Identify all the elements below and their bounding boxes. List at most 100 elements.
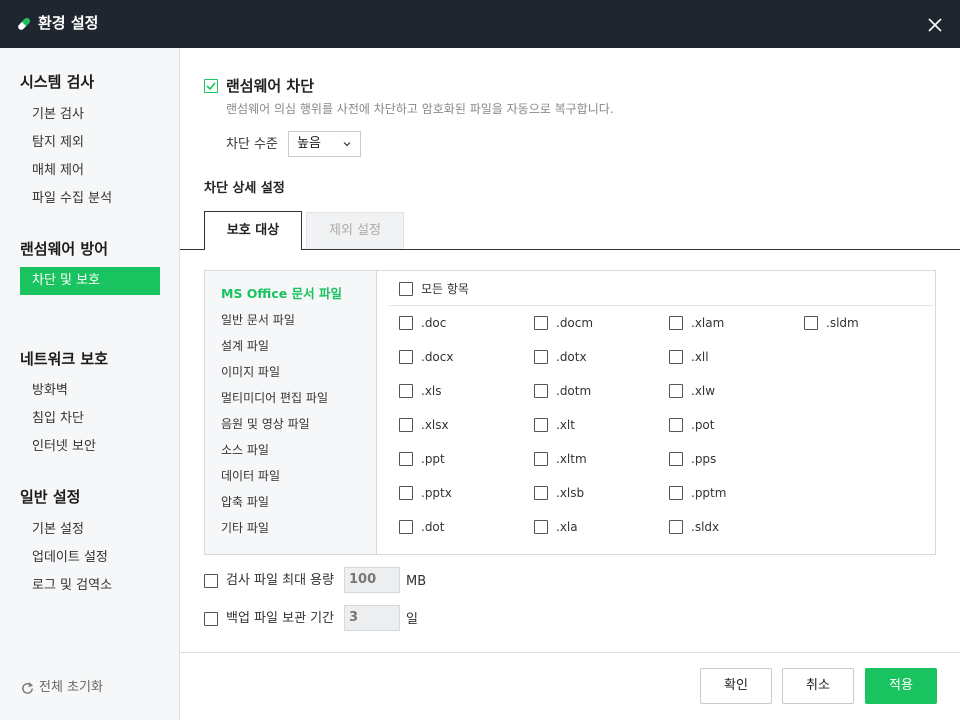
ext-checkbox-xlt[interactable]	[534, 418, 548, 432]
ok-button[interactable]: 확인	[700, 668, 772, 704]
ext-label-xls: .xls	[421, 384, 442, 398]
ext-label-sldx: .sldx	[691, 520, 720, 534]
category-audio-video[interactable]: 음원 및 영상 파일	[221, 416, 310, 432]
ext-checkbox-dot[interactable]	[399, 520, 413, 534]
category-other[interactable]: 기타 파일	[221, 520, 269, 536]
ext-checkbox-xla[interactable]	[534, 520, 548, 534]
category-list: MS Office 문서 파일 일반 문서 파일 설계 파일 이미지 파일 멀티…	[205, 271, 377, 554]
block-level-value: 높음	[297, 136, 321, 151]
ext-checkbox-docm[interactable]	[534, 316, 548, 330]
backup-period-input[interactable]: 3	[344, 605, 400, 631]
title-bar: 환경 설정	[0, 0, 960, 48]
ext-label-pps: .pps	[691, 452, 717, 466]
sidebar-item-firewall[interactable]: 방화벽	[20, 377, 160, 405]
sidebar-group-ransomware: 랜섬웨어 방어	[20, 240, 109, 258]
ext-checkbox-xlw[interactable]	[669, 384, 683, 398]
ext-label-doc: .doc	[421, 316, 447, 330]
ext-label-pptx: .pptx	[421, 486, 452, 500]
category-data[interactable]: 데이터 파일	[221, 468, 280, 484]
ext-label-xll: .xll	[691, 350, 709, 364]
sidebar-item-file-collection[interactable]: 파일 수집 분석	[20, 185, 160, 213]
ext-checkbox-pps[interactable]	[669, 452, 683, 466]
backup-period-unit: 일	[406, 612, 418, 627]
sidebar-item-log-quarantine[interactable]: 로그 및 검역소	[20, 572, 160, 600]
footer-divider	[180, 652, 960, 653]
ext-checkbox-pot[interactable]	[669, 418, 683, 432]
ext-checkbox-xlsb[interactable]	[534, 486, 548, 500]
ext-checkbox-dotm[interactable]	[534, 384, 548, 398]
sidebar-group-network: 네트워크 보호	[20, 350, 109, 368]
ext-checkbox-sldx[interactable]	[669, 520, 683, 534]
category-multimedia-edit[interactable]: 멀티미디어 편집 파일	[221, 390, 328, 406]
ext-label-dotx: .dotx	[556, 350, 587, 364]
sidebar-item-update-settings[interactable]: 업데이트 설정	[20, 544, 160, 572]
ext-label-docm: .docm	[556, 316, 594, 330]
ext-checkbox-ppt[interactable]	[399, 452, 413, 466]
sidebar-item-block-protect[interactable]: 차단 및 보호	[20, 267, 160, 295]
ext-checkbox-xll[interactable]	[669, 350, 683, 364]
apply-button[interactable]: 적용	[865, 668, 937, 704]
sidebar-item-basic-scan[interactable]: 기본 검사	[20, 101, 160, 129]
ext-checkbox-sldm[interactable]	[804, 316, 818, 330]
sidebar-item-basic-settings[interactable]: 기본 설정	[20, 516, 160, 544]
ext-checkbox-pptx[interactable]	[399, 486, 413, 500]
tab-exclusion-settings[interactable]: 제외 설정	[306, 212, 404, 249]
ext-checkbox-docx[interactable]	[399, 350, 413, 364]
ext-checkbox-doc[interactable]	[399, 316, 413, 330]
ext-checkbox-xls[interactable]	[399, 384, 413, 398]
app-logo-icon	[18, 18, 30, 30]
ext-label-xlt: .xlt	[556, 418, 575, 432]
ext-label-sldm: .sldm	[826, 316, 859, 330]
block-level-label: 차단 수준	[226, 137, 278, 152]
ext-label-dot: .dot	[421, 520, 445, 534]
ext-checkbox-xlam[interactable]	[669, 316, 683, 330]
all-items-label: 모든 항목	[421, 282, 469, 296]
sidebar-item-intrusion-block[interactable]: 침입 차단	[20, 405, 160, 433]
chevron-down-icon	[343, 142, 351, 147]
ext-checkbox-xltm[interactable]	[534, 452, 548, 466]
block-level-select[interactable]: 높음	[288, 131, 361, 157]
ext-checkbox-pptm[interactable]	[669, 486, 683, 500]
max-size-input[interactable]: 100	[344, 567, 400, 593]
backup-period-label: 백업 파일 보관 기간	[226, 611, 335, 626]
category-general-docs[interactable]: 일반 문서 파일	[221, 312, 295, 328]
ext-label-xlsx: .xlsx	[421, 418, 449, 432]
sidebar-item-media-control[interactable]: 매체 제어	[20, 157, 160, 185]
ext-label-pot: .pot	[691, 418, 715, 432]
sidebar-item-internet-security[interactable]: 인터넷 보안	[20, 433, 160, 461]
window-title: 환경 설정	[38, 14, 99, 32]
ext-label-pptm: .pptm	[691, 486, 727, 500]
category-image[interactable]: 이미지 파일	[221, 364, 280, 380]
max-size-checkbox[interactable]	[204, 574, 218, 588]
cancel-button[interactable]: 취소	[782, 668, 854, 704]
ext-label-xlw: .xlw	[691, 384, 716, 398]
max-size-label: 검사 파일 최대 용량	[226, 573, 335, 588]
tab-protection-target[interactable]: 보호 대상	[204, 211, 302, 250]
all-items-divider	[389, 305, 933, 306]
ransomware-description: 랜섬웨어 의심 행위를 사전에 차단하고 암호화된 파일을 자동으로 복구합니다…	[226, 102, 614, 116]
file-type-panel: MS Office 문서 파일 일반 문서 파일 설계 파일 이미지 파일 멀티…	[204, 270, 936, 555]
ext-label-xlam: .xlam	[691, 316, 725, 330]
ext-label-xltm: .xltm	[556, 452, 587, 466]
detail-settings-title: 차단 상세 설정	[204, 181, 285, 196]
sidebar-group-system-scan: 시스템 검사	[20, 73, 95, 91]
ext-label-xlsb: .xlsb	[556, 486, 585, 500]
reset-all-button[interactable]: 전체 초기화	[20, 678, 103, 698]
category-design[interactable]: 설계 파일	[221, 338, 269, 354]
ext-label-xla: .xla	[556, 520, 578, 534]
sidebar-item-detection-exclusion[interactable]: 탐지 제외	[20, 129, 160, 157]
ext-checkbox-xlsx[interactable]	[399, 418, 413, 432]
sidebar: 시스템 검사 기본 검사 탐지 제외 매체 제어 파일 수집 분석 랜섬웨어 방…	[0, 48, 180, 720]
close-icon[interactable]	[924, 14, 946, 36]
category-archive[interactable]: 압축 파일	[221, 494, 269, 510]
ransomware-block-label: 랜섬웨어 차단	[226, 77, 315, 95]
ext-label-dotm: .dotm	[556, 384, 592, 398]
ext-checkbox-dotx[interactable]	[534, 350, 548, 364]
ransomware-block-checkbox[interactable]	[204, 79, 218, 93]
reset-all-label: 전체 초기화	[39, 680, 103, 695]
check-icon	[206, 82, 216, 91]
category-source[interactable]: 소스 파일	[221, 442, 269, 458]
backup-period-checkbox[interactable]	[204, 612, 218, 626]
all-items-checkbox[interactable]	[399, 282, 413, 296]
category-ms-office[interactable]: MS Office 문서 파일	[221, 286, 342, 302]
